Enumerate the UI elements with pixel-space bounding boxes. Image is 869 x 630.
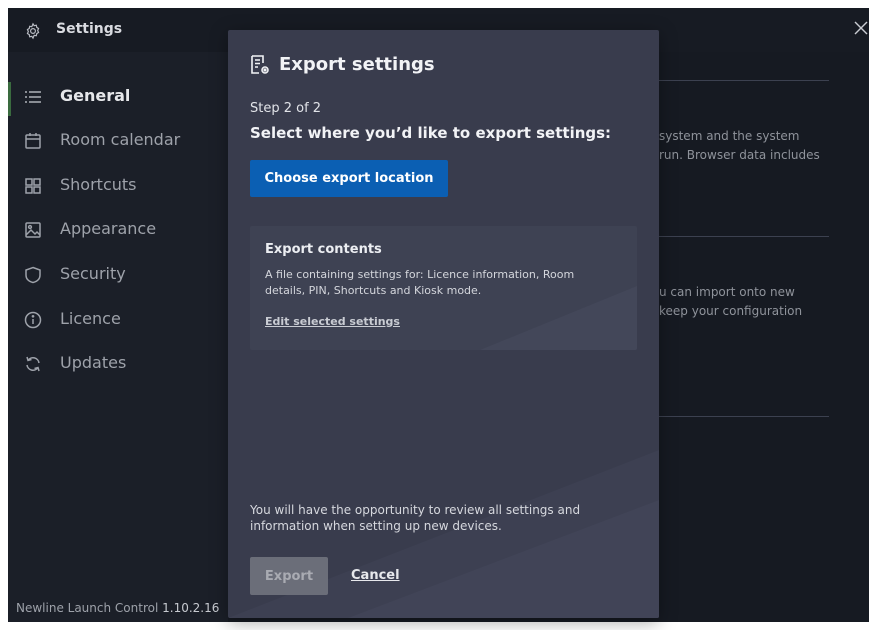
step-indicator: Step 2 of 2	[250, 101, 322, 116]
export-document-icon	[251, 55, 269, 74]
dialog-title: Export settings	[279, 54, 435, 75]
export-contents-card: Export contents A file containing settin…	[250, 226, 637, 350]
background-text: u can import onto new	[659, 285, 795, 299]
export-settings-dialog: Export settings Step 2 of 2 Select where…	[228, 30, 659, 618]
window-title: Settings	[56, 21, 123, 37]
sidebar-item-label: Shortcuts	[60, 175, 137, 194]
review-note: You will have the opportunity to review …	[250, 503, 581, 533]
sidebar-item-label: Updates	[60, 353, 127, 372]
close-icon[interactable]	[853, 20, 869, 36]
sidebar-item-general[interactable]: General	[8, 78, 228, 118]
calendar-icon	[25, 133, 41, 149]
divider	[659, 80, 829, 81]
sidebar-item-label: General	[60, 86, 131, 105]
card-description: A file containing settings for: Licence …	[265, 268, 575, 297]
list-icon	[25, 91, 41, 103]
sidebar-item-label: Licence	[60, 309, 121, 328]
sidebar-item-appearance[interactable]: Appearance	[8, 211, 228, 251]
sidebar-item-shortcuts[interactable]: Shortcuts	[8, 167, 228, 207]
sidebar: General Room calendar Shortcuts Appearan…	[8, 52, 228, 622]
sidebar-item-label: Security	[60, 264, 126, 283]
sidebar-item-room-calendar[interactable]: Room calendar	[8, 122, 228, 162]
version-number: 1.10.2.16	[162, 601, 220, 615]
grid-icon	[25, 178, 41, 194]
edit-selected-settings-link[interactable]: Edit selected settings	[265, 315, 400, 328]
dialog-question: Select where you’d like to export settin…	[250, 124, 612, 142]
gear-icon	[26, 22, 40, 40]
version-info: Newline Launch Control 1.10.2.16	[16, 601, 219, 615]
choose-export-location-button[interactable]: Choose export location	[250, 160, 448, 197]
sidebar-item-security[interactable]: Security	[8, 256, 228, 296]
cancel-button[interactable]: Cancel	[351, 568, 400, 583]
card-title: Export contents	[265, 242, 382, 257]
version-label: Newline Launch Control	[16, 601, 159, 615]
background-text: keep your configuration	[659, 304, 803, 318]
sidebar-item-label: Appearance	[60, 219, 157, 238]
sidebar-item-label: Room calendar	[60, 130, 181, 149]
background-text: run. Browser data includes	[659, 148, 820, 162]
info-icon	[24, 311, 42, 329]
sidebar-item-licence[interactable]: Licence	[8, 301, 228, 341]
image-icon	[25, 222, 41, 238]
divider	[659, 236, 829, 237]
shield-icon	[25, 266, 41, 284]
divider	[659, 416, 829, 417]
sidebar-item-updates[interactable]: Updates	[8, 345, 228, 385]
export-button[interactable]: Export	[250, 557, 328, 595]
background-text: system and the system	[659, 129, 800, 143]
refresh-icon	[26, 356, 40, 372]
